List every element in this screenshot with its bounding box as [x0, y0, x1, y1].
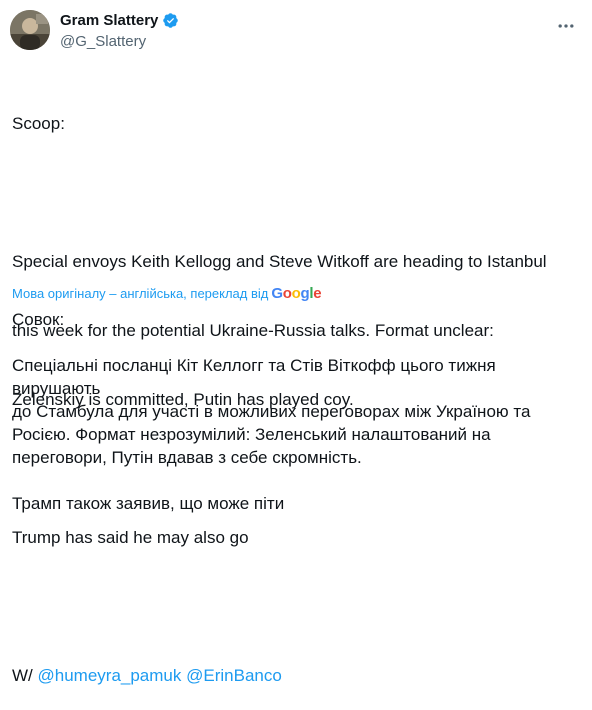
translated-text: Совок: Спеціальні посланці Кіт Келлогг т… [12, 308, 572, 515]
more-options-button[interactable] [554, 14, 578, 38]
tweet-line: Trump has said he may also go [12, 528, 249, 547]
display-name[interactable]: Gram Slattery [60, 12, 158, 29]
google-logo: Google [271, 285, 322, 302]
tweet-line: Scoop: [12, 114, 65, 133]
verified-badge-icon [163, 13, 179, 28]
translation-note-text: Мова оригіналу – англійська, переклад ві… [12, 286, 269, 301]
credit-prefix: W/ [12, 666, 38, 685]
tweet-line: Special envoys Keith Kellogg and Steve W… [12, 252, 547, 271]
translation-line: Трамп також заявив, що може піти [12, 494, 285, 513]
more-options-icon [558, 24, 574, 28]
translation-line: Росією. Формат незрозумілий: Зеленський … [12, 425, 491, 444]
translation-line: Совок: [12, 310, 65, 329]
avatar[interactable] [10, 10, 50, 50]
tweet-header: Gram Slattery @G_Slattery [10, 8, 582, 56]
translation-note[interactable]: Мова оригіналу – англійська, переклад ві… [12, 285, 322, 302]
handle[interactable]: @G_Slattery [60, 33, 146, 50]
mention-link[interactable]: @ErinBanco [186, 666, 282, 685]
mention-link[interactable]: @humeyra_pamuk [38, 666, 182, 685]
avatar-image [10, 10, 50, 50]
translation-line: до Стамбула для участі в можливих перего… [12, 402, 531, 421]
translation-line: Спеціальні посланці Кіт Келлогг та Стів … [12, 356, 496, 398]
credit-line: W/ @humeyra_pamuk @ErinBanco [12, 664, 572, 687]
